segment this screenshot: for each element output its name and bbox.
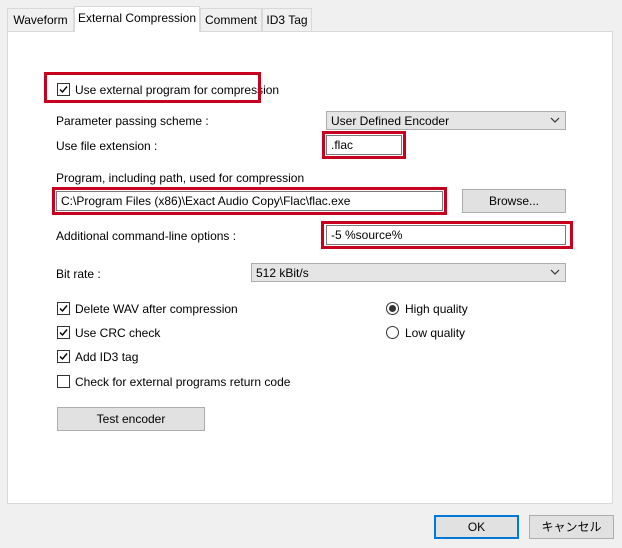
add-id3-checkbox[interactable]	[57, 350, 70, 363]
tab-label: External Compression	[77, 11, 197, 25]
delete-wav-label: Delete WAV after compression	[75, 302, 238, 316]
bit-rate-value: 512 kBit/s	[256, 266, 309, 280]
tab-id3-tag[interactable]: ID3 Tag	[262, 8, 312, 31]
chevron-down-icon	[550, 269, 560, 275]
program-path-label: Program, including path, used for compre…	[56, 171, 305, 185]
radio-dot-icon	[389, 305, 396, 312]
cancel-button-label: キャンセル	[541, 520, 602, 534]
param-scheme-label: Parameter passing scheme :	[56, 114, 209, 128]
low-quality-label: Low quality	[405, 326, 466, 340]
cmd-options-label: Additional command-line options :	[56, 229, 237, 243]
program-path-input[interactable]: C:\Program Files (x86)\Exact Audio Copy\…	[56, 191, 443, 211]
browse-button-label: Browse...	[488, 194, 539, 208]
checkmark-icon	[59, 329, 68, 337]
cmd-options-input[interactable]: -5 %source%	[326, 225, 566, 245]
add-id3-label: Add ID3 tag	[75, 350, 139, 364]
high-quality-label: High quality	[405, 302, 468, 316]
program-path-value: C:\Program Files (x86)\Exact Audio Copy\…	[61, 194, 351, 208]
checkmark-icon	[59, 86, 68, 94]
tab-comment[interactable]: Comment	[200, 8, 262, 31]
crc-check-checkbox[interactable]	[57, 326, 70, 339]
chevron-down-icon	[550, 117, 560, 123]
ok-button-label: OK	[467, 520, 486, 534]
tab-label: Waveform	[13, 13, 68, 27]
file-ext-value: .flac	[331, 138, 354, 152]
tab-label: ID3 Tag	[266, 13, 308, 27]
cmd-options-value: -5 %source%	[331, 228, 403, 242]
tab-external-compression[interactable]: External Compression	[74, 6, 200, 32]
tab-waveform[interactable]: Waveform	[7, 8, 74, 31]
file-ext-input[interactable]: .flac	[326, 135, 402, 155]
ok-button[interactable]: OK	[434, 515, 519, 539]
test-encoder-label: Test encoder	[96, 412, 166, 426]
test-encoder-button[interactable]: Test encoder	[57, 407, 205, 431]
external-compression-panel: Use external program for compression Par…	[7, 31, 613, 504]
file-ext-label: Use file extension :	[56, 139, 158, 153]
checkmark-icon	[59, 305, 68, 313]
bit-rate-select[interactable]: 512 kBit/s	[251, 263, 566, 282]
param-scheme-select[interactable]: User Defined Encoder	[326, 111, 566, 130]
tab-label: Comment	[204, 13, 257, 27]
checkmark-icon	[59, 353, 68, 361]
crc-check-label: Use CRC check	[75, 326, 161, 340]
bit-rate-label: Bit rate :	[56, 267, 101, 281]
high-quality-radio[interactable]	[386, 302, 399, 315]
return-code-label: Check for external programs return code	[75, 375, 291, 389]
low-quality-radio[interactable]	[386, 326, 399, 339]
param-scheme-value: User Defined Encoder	[331, 114, 450, 128]
use-external-checkbox[interactable]	[57, 83, 70, 96]
cancel-button[interactable]: キャンセル	[529, 515, 614, 539]
browse-button[interactable]: Browse...	[462, 189, 566, 213]
use-external-label: Use external program for compression	[75, 83, 280, 97]
return-code-checkbox[interactable]	[57, 375, 70, 388]
delete-wav-checkbox[interactable]	[57, 302, 70, 315]
